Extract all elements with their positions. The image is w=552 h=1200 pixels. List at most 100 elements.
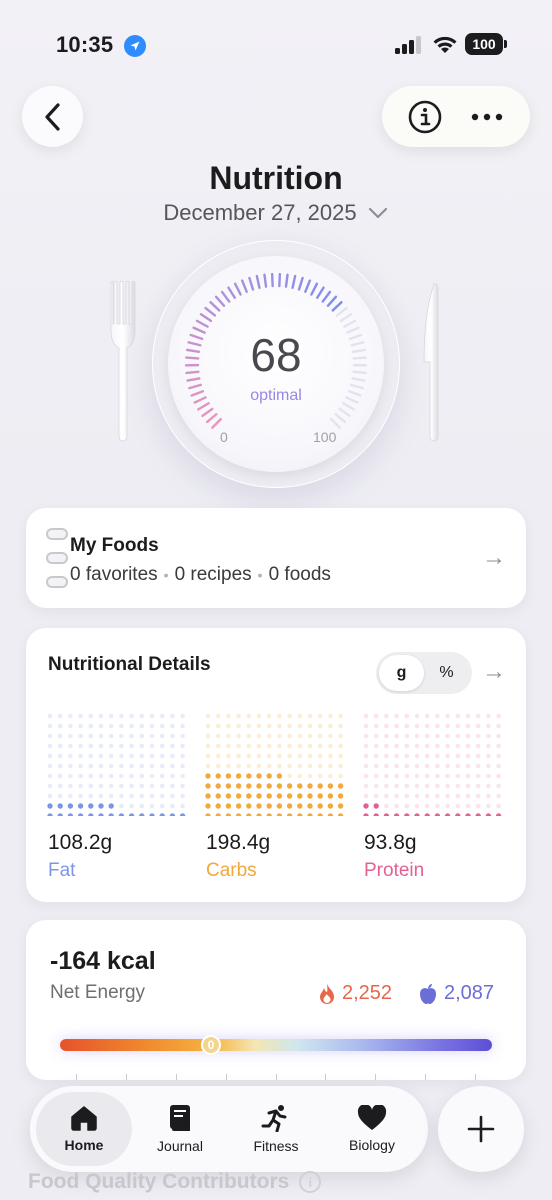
macro-dot-empty xyxy=(435,763,440,769)
macro-dot-empty xyxy=(47,743,53,749)
macro-dot-empty xyxy=(226,733,231,739)
macro-dot-empty xyxy=(475,793,481,799)
unit-option-grams[interactable]: g xyxy=(379,655,424,691)
date-selector[interactable]: December 27, 2025 xyxy=(0,200,552,226)
date-label: December 27, 2025 xyxy=(163,200,357,225)
macro-dot-empty xyxy=(496,743,501,749)
macro-dot-filled xyxy=(225,803,232,809)
macro-dot-empty xyxy=(139,723,145,729)
add-button[interactable] xyxy=(438,1086,524,1172)
macro-dot-empty xyxy=(256,733,262,739)
macro-dot-empty xyxy=(47,713,53,719)
macro-dot-empty xyxy=(363,723,369,729)
macro-dot-empty xyxy=(338,723,343,729)
macro-dot-filled xyxy=(317,803,323,809)
arrow-right-icon[interactable]: → xyxy=(482,658,506,686)
macro-dot-empty xyxy=(486,793,491,799)
macro-dot-empty xyxy=(180,733,185,739)
macro-dot-filled xyxy=(444,813,451,816)
tab-label: Biology xyxy=(349,1137,395,1153)
food-quality-contributors-heading: Food Quality Contributors i xyxy=(28,1170,322,1194)
macro-dot-empty xyxy=(119,713,124,719)
macro-dot-empty xyxy=(180,773,185,779)
macro-dot-filled xyxy=(317,783,323,789)
macro-dot-empty xyxy=(149,713,155,719)
macro-dot-empty xyxy=(424,713,430,719)
macro-dot-empty xyxy=(445,773,450,779)
tab-biology[interactable]: Biology xyxy=(324,1092,420,1166)
macro-dot-empty xyxy=(404,723,410,729)
macro-dot-empty xyxy=(363,793,369,799)
tab-home[interactable]: Home xyxy=(36,1092,132,1166)
macro-dot-filled xyxy=(246,813,252,816)
macro-dot-empty xyxy=(170,743,175,749)
macro-dot-empty xyxy=(414,743,420,749)
energy-scale-ticks xyxy=(76,1074,476,1080)
macro-dot-empty xyxy=(180,783,185,789)
score-label: optimal xyxy=(250,387,302,404)
more-button[interactable] xyxy=(462,92,512,142)
macro-dot-filled xyxy=(434,813,441,816)
macro-dot-empty xyxy=(68,783,73,789)
macro-dot-empty xyxy=(328,763,333,769)
macro-dot-empty xyxy=(170,753,175,759)
macro-dot-empty xyxy=(170,713,175,719)
energy-balance-knob[interactable]: 0 xyxy=(201,1035,221,1055)
macro-dot-empty xyxy=(414,763,420,769)
fork-icon xyxy=(110,281,136,442)
macro-dot-empty xyxy=(78,733,83,739)
macro-dot-empty xyxy=(159,783,165,789)
macro-dot-empty xyxy=(384,763,389,769)
macro-dot-empty xyxy=(236,733,241,739)
macro-dot-empty xyxy=(98,783,104,789)
macro-dot-empty xyxy=(68,763,73,769)
gauge-tick xyxy=(304,279,312,293)
gauge-tick xyxy=(204,306,217,317)
macro-dot-filled xyxy=(327,783,334,789)
macro-dot-filled xyxy=(77,813,84,816)
tab-journal[interactable]: Journal xyxy=(132,1092,228,1166)
back-button[interactable] xyxy=(22,86,83,147)
macro-dot-empty xyxy=(266,743,272,749)
macro-dot-empty xyxy=(317,723,323,729)
macro-dot-empty xyxy=(486,773,491,779)
tab-label: Fitness xyxy=(253,1138,299,1154)
macro-dot-filled xyxy=(266,793,272,799)
macro-dot-empty xyxy=(47,733,53,739)
macro-dot-empty xyxy=(475,743,481,749)
gauge-max-label: 100 xyxy=(313,429,337,445)
macro-dot-empty xyxy=(445,743,450,749)
cellular-signal-icon xyxy=(395,36,421,54)
macro-dot-filled xyxy=(286,813,293,816)
macro-dot-empty xyxy=(236,763,241,769)
macro-dot-filled xyxy=(276,773,283,779)
macro-dot-empty xyxy=(287,773,292,779)
macro-dot-empty xyxy=(404,793,410,799)
my-foods-card[interactable]: → xyxy=(26,508,526,608)
macro-dot-filled xyxy=(276,813,283,816)
tab-fitness[interactable]: Fitness xyxy=(228,1092,324,1166)
my-foods-stats: 0 favorites • 0 recipes • 0 foods xyxy=(70,564,331,586)
macro-dot-filled xyxy=(98,803,104,809)
macro-dot-filled xyxy=(276,793,283,799)
macro-dot-empty xyxy=(455,793,461,799)
macro-dot-empty xyxy=(424,723,430,729)
info-icon[interactable]: i xyxy=(299,1171,322,1193)
gauge-tick xyxy=(220,290,231,303)
macro-dot-filled xyxy=(307,793,313,799)
macro-dot-empty xyxy=(119,773,124,779)
macro-dot-empty xyxy=(129,793,134,799)
macro-dot-filled xyxy=(128,813,135,816)
macro-dot-filled xyxy=(256,813,262,816)
gauge-tick xyxy=(297,276,304,291)
separator: • xyxy=(257,567,263,583)
macro-dot-empty xyxy=(108,773,114,779)
my-foods-title: My Foods xyxy=(70,535,159,556)
info-button[interactable] xyxy=(400,92,450,142)
unit-option-percent[interactable]: % xyxy=(424,655,469,691)
macro-dot-empty xyxy=(139,803,145,809)
macro-dot-empty xyxy=(414,783,420,789)
macro-dot-empty xyxy=(88,793,94,799)
net-energy-value: -164 kcal xyxy=(50,947,156,975)
macro-dot-empty xyxy=(414,793,420,799)
